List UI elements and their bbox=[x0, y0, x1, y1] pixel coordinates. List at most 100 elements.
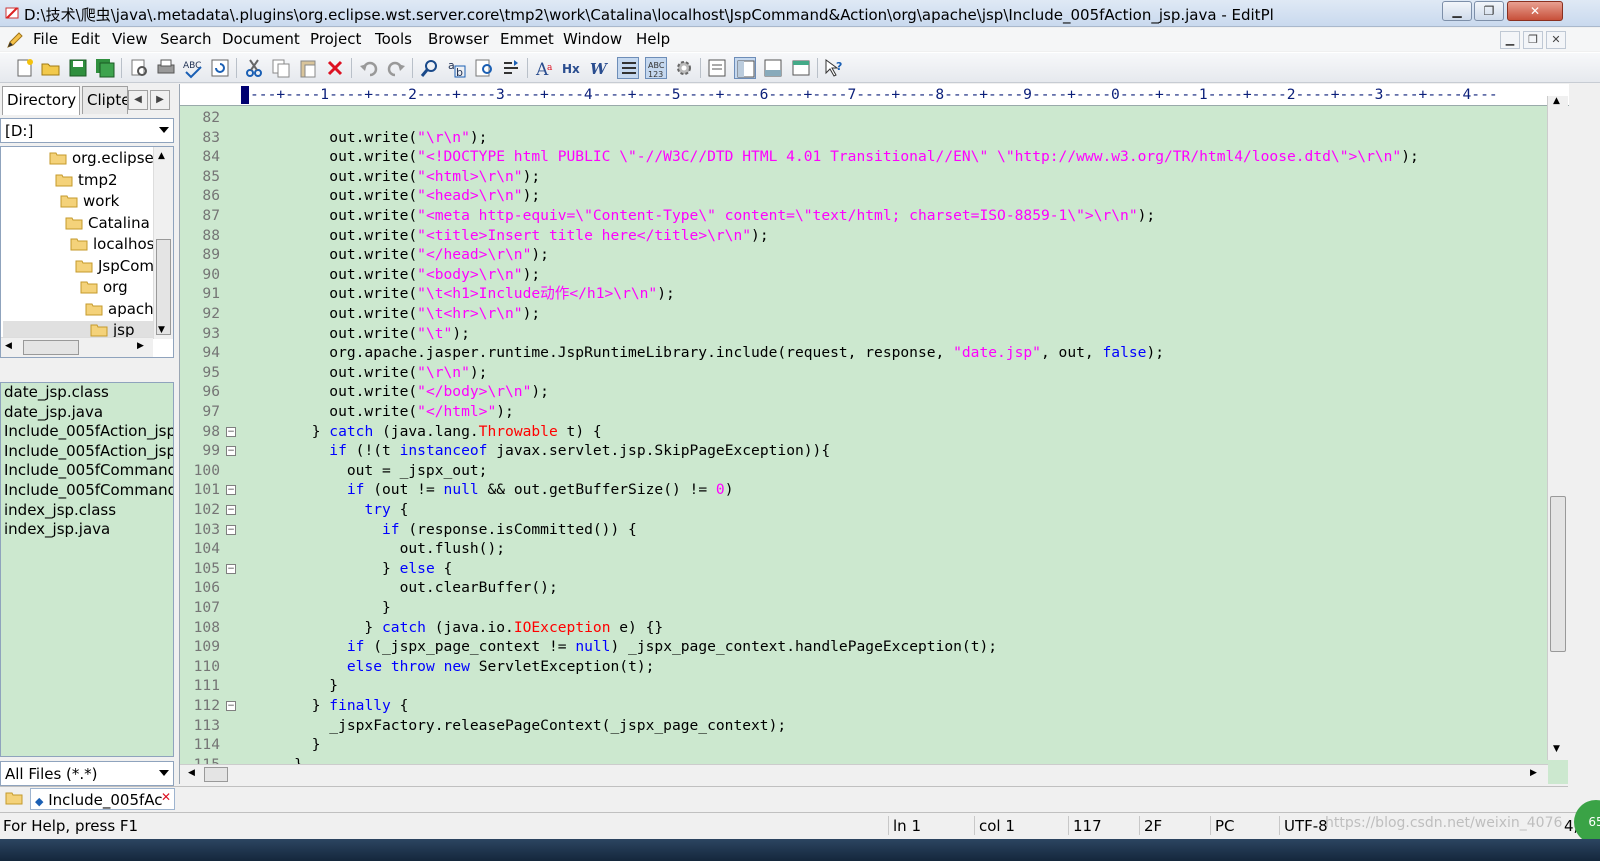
goto-line-icon[interactable] bbox=[500, 57, 522, 79]
directory-tree[interactable]: org.eclipse tmp2 work Catalina localhos … bbox=[0, 146, 174, 358]
menu-help[interactable]: Help bbox=[636, 30, 670, 48]
file-item[interactable]: index_jsp.class bbox=[1, 501, 173, 521]
tree-node-work[interactable]: work bbox=[60, 192, 119, 213]
code-line[interactable]: out.write("</html>"); bbox=[259, 402, 514, 422]
open-folder-icon[interactable] bbox=[40, 57, 62, 79]
folder-icon[interactable] bbox=[5, 790, 23, 809]
code-line[interactable]: out.clearBuffer(); bbox=[259, 578, 558, 598]
code-line[interactable]: out = _jspx_out; bbox=[259, 461, 488, 481]
column-selection-icon[interactable]: ABC 123 bbox=[645, 57, 667, 79]
scroll-right-arrow-icon[interactable]: ▶ bbox=[1530, 768, 1537, 778]
tree-horizontal-scrollbar[interactable]: ◀ ▶ bbox=[1, 337, 153, 357]
directory-panel-icon[interactable] bbox=[734, 57, 756, 79]
document-tab[interactable]: ◆ Include_005fAc ✕ bbox=[30, 788, 175, 810]
editor-hscroll-thumb[interactable] bbox=[204, 767, 228, 782]
file-item[interactable]: index_jsp.java bbox=[1, 520, 173, 540]
fold-collapse-icon[interactable]: − bbox=[226, 426, 236, 437]
menu-edit[interactable]: Edit bbox=[71, 30, 100, 48]
code-line[interactable]: out.write("<head>\r\n"); bbox=[259, 186, 540, 206]
tree-node-apache[interactable]: apach bbox=[85, 300, 154, 321]
fold-collapse-icon[interactable]: − bbox=[226, 563, 236, 574]
editor-vertical-scrollbar[interactable]: ▲ ▼ bbox=[1547, 96, 1568, 760]
tree-node-localhost[interactable]: localhos bbox=[70, 235, 154, 256]
scroll-right-arrow-icon[interactable]: ▶ bbox=[137, 341, 144, 351]
mdi-close-button[interactable]: ✕ bbox=[1546, 31, 1566, 49]
hex-view-icon[interactable]: Hx bbox=[561, 57, 583, 79]
save-all-icon[interactable] bbox=[94, 57, 116, 79]
close-tab-icon[interactable]: ✕ bbox=[161, 790, 171, 804]
code-line[interactable]: } bbox=[259, 676, 338, 696]
copy-icon[interactable] bbox=[270, 57, 292, 79]
tree-scroll-thumb[interactable] bbox=[156, 239, 171, 335]
menu-window[interactable]: Window bbox=[563, 30, 622, 48]
scroll-up-arrow-icon[interactable]: ▲ bbox=[1553, 96, 1560, 106]
cut-icon[interactable] bbox=[243, 57, 265, 79]
menu-emmet[interactable]: Emmet bbox=[500, 30, 554, 48]
file-item[interactable]: Include_005fCommand_ bbox=[1, 461, 173, 481]
tab-directory[interactable]: Directory bbox=[2, 86, 80, 115]
context-help-icon[interactable]: ? bbox=[823, 57, 845, 79]
status-encoding[interactable]: UTF-8 bbox=[1284, 817, 1328, 835]
editor-horizontal-scrollbar[interactable]: ◀ ▶ bbox=[180, 764, 1548, 784]
menu-document[interactable]: Document bbox=[222, 30, 300, 48]
code-line[interactable]: org.apache.jasper.runtime.JspRuntimeLibr… bbox=[259, 343, 1164, 363]
browser-preview-icon[interactable] bbox=[790, 57, 812, 79]
tab-scroll-left-button[interactable]: ◀ bbox=[128, 90, 148, 110]
font-icon[interactable]: Aa bbox=[534, 57, 556, 80]
code-line[interactable]: out.flush(); bbox=[259, 539, 505, 559]
tree-hscroll-thumb[interactable] bbox=[23, 340, 79, 355]
code-line[interactable]: out.write("<body>\r\n"); bbox=[259, 265, 540, 285]
minimize-button[interactable]: ▁ bbox=[1442, 1, 1472, 21]
print-preview-icon[interactable] bbox=[128, 57, 150, 79]
maximize-button[interactable]: ❐ bbox=[1474, 1, 1504, 21]
file-item[interactable]: date_jsp.java bbox=[1, 403, 173, 423]
file-item[interactable]: Include_005fAction_jsp. bbox=[1, 442, 173, 462]
code-area[interactable]: out.write("\r\n"); out.write("<!DOCTYPE … bbox=[259, 106, 1549, 766]
print-icon[interactable] bbox=[155, 57, 177, 79]
tab-scroll-right-button[interactable]: ▶ bbox=[150, 90, 170, 110]
drive-select[interactable]: [D:] bbox=[0, 118, 174, 143]
new-file-icon[interactable] bbox=[14, 57, 36, 79]
code-line[interactable]: try { bbox=[259, 500, 408, 520]
undo-icon[interactable] bbox=[358, 57, 380, 79]
code-line[interactable]: out.write("</body>\r\n"); bbox=[259, 382, 549, 402]
code-line[interactable]: out.write("\t"); bbox=[259, 324, 470, 344]
code-line[interactable]: out.write("<title>Insert title here</tit… bbox=[259, 226, 768, 246]
fold-collapse-icon[interactable]: − bbox=[226, 505, 236, 515]
replace-icon[interactable]: ab bbox=[446, 57, 468, 79]
code-line[interactable]: if (_jspx_page_context != null) _jspx_pa… bbox=[259, 637, 997, 657]
code-line[interactable]: out.write("<html>\r\n"); bbox=[259, 167, 540, 187]
close-button[interactable]: ✕ bbox=[1507, 1, 1563, 21]
code-line[interactable]: } bbox=[259, 598, 391, 618]
fold-collapse-icon[interactable]: − bbox=[226, 524, 236, 535]
code-line[interactable]: out.write("\t<h1>Include动作</h1>\r\n"); bbox=[259, 284, 675, 304]
code-line[interactable]: if (!(t instanceof javax.servlet.jsp.Ski… bbox=[259, 441, 830, 461]
code-line[interactable]: _jspxFactory.releasePageContext(_jspx_pa… bbox=[259, 716, 786, 736]
find-in-files-icon[interactable] bbox=[473, 57, 495, 79]
settings-gear-icon[interactable] bbox=[673, 57, 695, 79]
scroll-down-arrow-icon[interactable]: ▼ bbox=[1553, 744, 1560, 754]
tree-node-jspcommand[interactable]: JspCom bbox=[75, 257, 154, 278]
tab-cliptext[interactable]: Clipte bbox=[82, 86, 128, 114]
tree-node-org[interactable]: org bbox=[80, 278, 128, 299]
code-line[interactable]: out.write("\r\n"); bbox=[259, 128, 487, 148]
reload-icon[interactable] bbox=[209, 57, 231, 79]
fold-collapse-icon[interactable]: − bbox=[226, 446, 236, 457]
tree-node-catalina[interactable]: Catalina bbox=[65, 214, 150, 235]
delete-icon[interactable] bbox=[324, 57, 346, 79]
paste-icon[interactable] bbox=[297, 57, 319, 79]
tree-node-tmp2[interactable]: tmp2 bbox=[55, 171, 118, 192]
file-item[interactable]: Include_005fCommand_ bbox=[1, 481, 173, 501]
code-line[interactable]: out.write("\t<hr>\r\n"); bbox=[259, 304, 540, 324]
file-filter-select[interactable]: All Files (*.*) bbox=[0, 761, 174, 786]
code-editor[interactable]: ---+----1----+----2----+----3----+----4-… bbox=[179, 84, 1569, 784]
code-line[interactable]: out.write("<!DOCTYPE html PUBLIC \"-//W3… bbox=[259, 147, 1419, 167]
scroll-down-arrow-icon[interactable]: ▼ bbox=[158, 325, 165, 335]
output-window-icon[interactable] bbox=[762, 57, 784, 79]
code-line[interactable]: out.write("</head>\r\n"); bbox=[259, 245, 549, 265]
tree-vertical-scrollbar[interactable]: ▲ ▼ bbox=[153, 147, 173, 339]
code-line[interactable]: } bbox=[259, 735, 321, 755]
menu-browser[interactable]: Browser bbox=[428, 30, 489, 48]
menu-view[interactable]: View bbox=[112, 30, 148, 48]
menu-tools[interactable]: Tools bbox=[375, 30, 412, 48]
